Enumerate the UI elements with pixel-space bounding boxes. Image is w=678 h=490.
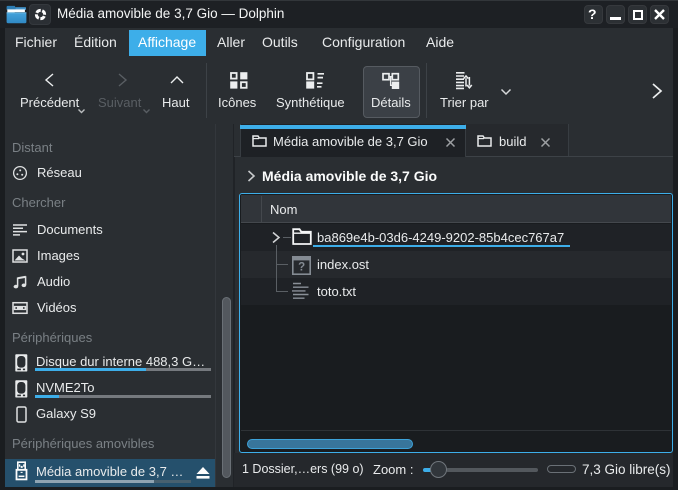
svg-text:?: ? (298, 262, 305, 274)
